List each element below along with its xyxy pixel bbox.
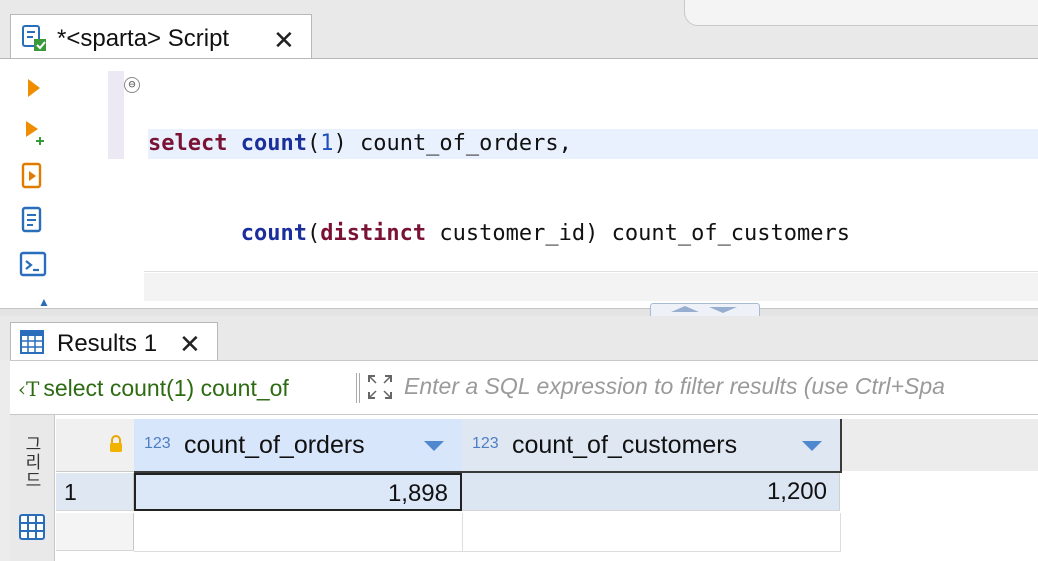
keyword-select: select xyxy=(148,131,228,156)
code-text: ) count_of_orders, xyxy=(333,131,572,156)
close-results-icon[interactable]: ✕ xyxy=(179,331,201,357)
empty-cell xyxy=(134,513,463,552)
grid-view-label[interactable]: 그리드 xyxy=(20,435,44,489)
grid-header-row: 123 count_of_orders 123 count_of_custome… xyxy=(56,419,1038,473)
results-tab-bar: Results 1 ✕ xyxy=(0,316,1038,363)
numeric-type-badge: 123 xyxy=(472,435,499,452)
results-filter-bar: ‹T select count(1) count_of Enter a SQL e… xyxy=(10,360,1038,415)
restore-down-icon[interactable] xyxy=(709,307,737,313)
sql-script-icon xyxy=(22,25,46,51)
floating-panel-edge xyxy=(684,0,1038,26)
grid-view-icon[interactable] xyxy=(18,513,46,541)
empty-cell xyxy=(462,513,841,552)
number-literal: 1 xyxy=(320,131,334,156)
more-tools-icon[interactable]: ▲ xyxy=(38,295,52,309)
results-grid: 그리드 123 count_of_orders 123 count_of_cus… xyxy=(10,414,1038,561)
filter-separator[interactable] xyxy=(356,373,360,403)
function-count: count xyxy=(240,131,307,156)
cell-count-of-customers[interactable]: 1,200 xyxy=(462,473,840,511)
table-icon xyxy=(20,330,44,354)
editor-tab-bar: *<sparta> Script ✕ xyxy=(0,0,1038,60)
execute-script-icon[interactable] xyxy=(18,161,48,191)
column-name: count_of_customers xyxy=(512,431,738,459)
function-count: count xyxy=(240,221,307,246)
code-line-2: count(distinct customer_id) count_of_cus… xyxy=(148,219,850,249)
tab-sparta-script[interactable]: *<sparta> Script ✕ xyxy=(10,14,312,60)
code-text: ( xyxy=(306,131,321,156)
sql-editor[interactable]: ▲ ⊖ select count(1) count_of_orders, cou… xyxy=(0,58,1038,336)
empty-table-row xyxy=(56,513,1038,552)
grid-corner[interactable] xyxy=(56,419,135,472)
close-tab-icon[interactable]: ✕ xyxy=(273,27,295,53)
sql-query-icon: ‹T xyxy=(18,377,40,401)
tab-title: *<sparta> Script xyxy=(57,25,230,52)
fold-gutter xyxy=(108,71,124,159)
lock-icon xyxy=(110,435,122,452)
active-query-label[interactable]: ‹T select count(1) count_of xyxy=(18,375,356,402)
result-view-switcher: 그리드 xyxy=(10,415,55,561)
tab-results-1[interactable]: Results 1 ✕ xyxy=(10,322,218,363)
active-query-text: select count(1) count_of xyxy=(43,375,289,401)
keyword-distinct: distinct xyxy=(320,221,427,246)
editor-vertical-toolbar: ▲ xyxy=(10,59,60,309)
terminal-icon[interactable] xyxy=(18,249,48,279)
expand-icon[interactable] xyxy=(366,373,394,401)
header-filler xyxy=(842,419,1038,471)
table-row[interactable]: 1 1,898 1,200 xyxy=(56,473,1038,511)
maximize-up-icon[interactable] xyxy=(671,306,699,312)
column-name: count_of_orders xyxy=(184,431,365,459)
code-text: customer_id) count_of_customers xyxy=(426,221,851,246)
cell-count-of-orders[interactable]: 1,898 xyxy=(134,473,462,511)
execute-in-new-tab-icon[interactable] xyxy=(18,117,48,147)
collapse-fold-icon[interactable]: ⊖ xyxy=(124,77,140,93)
editor-divider xyxy=(144,271,1038,272)
code-text: ( xyxy=(306,221,321,246)
explain-plan-icon[interactable] xyxy=(18,205,48,235)
sort-arrow-icon[interactable] xyxy=(424,441,444,451)
editor-horizontal-scrollbar[interactable] xyxy=(144,273,1038,301)
code-line-1: select count(1) count_of_orders, xyxy=(148,129,850,159)
empty-row-number xyxy=(56,513,134,551)
filter-expression-input[interactable]: Enter a SQL expression to filter results… xyxy=(404,373,945,400)
numeric-type-badge: 123 xyxy=(144,435,171,452)
sort-arrow-icon[interactable] xyxy=(802,441,822,451)
column-header-count-of-orders[interactable]: 123 count_of_orders xyxy=(134,419,464,473)
results-tab-title: Results 1 xyxy=(57,330,158,357)
column-header-count-of-customers[interactable]: 123 count_of_customers xyxy=(462,419,842,473)
row-number[interactable]: 1 xyxy=(56,473,134,511)
execute-statement-icon[interactable] xyxy=(18,73,48,103)
